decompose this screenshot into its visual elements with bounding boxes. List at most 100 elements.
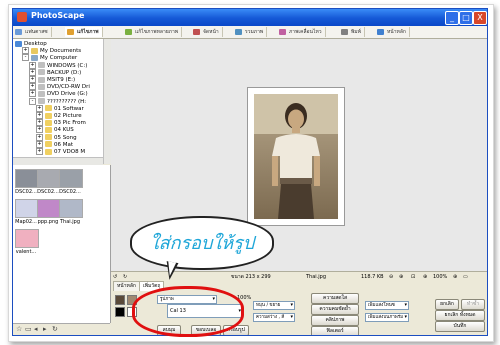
expand-toggle-icon[interactable]: +	[36, 148, 43, 155]
tree-item-label: 07 VDO8 M	[54, 149, 86, 155]
thumbnail-label: DSC02...	[37, 189, 59, 195]
thumbnail[interactable]: Map02...	[15, 199, 39, 225]
tab-icon	[235, 29, 242, 35]
expand-toggle-icon[interactable]: +	[29, 61, 36, 69]
thumbnail-label: DSC02...	[59, 189, 81, 195]
tab-4[interactable]: รวมภาพ	[233, 27, 268, 37]
tab-icon	[341, 29, 348, 35]
tree-item-label: ?????????? (H:	[47, 98, 87, 105]
folder-icon	[45, 105, 52, 112]
expand-toggle-icon[interactable]: +	[29, 90, 36, 98]
thumbnail[interactable]: Thai.jpg	[59, 199, 83, 225]
redo-button[interactable]: ทำซ้ำ	[461, 299, 485, 310]
filter-button[interactable]: ฟิลเตอร์	[311, 326, 359, 335]
tree-item-label: 06 Mat	[54, 141, 74, 148]
thumbnail-image	[59, 199, 83, 218]
thumbnail[interactable]: DSC02...	[37, 169, 61, 195]
expand-toggle-icon[interactable]: +	[29, 76, 36, 83]
thumbnail-image	[37, 169, 61, 188]
tab-7[interactable]: หน้าหลัก	[375, 27, 410, 37]
tab-label: รวมภาพ	[245, 29, 264, 35]
clip-button[interactable]: คลิปภาพ	[311, 315, 359, 326]
tab-label: แฟนตาสซ	[25, 29, 48, 35]
tree-item-label: 03 Pic From	[54, 120, 86, 127]
expand-toggle-icon[interactable]: +	[22, 47, 29, 55]
tab-1[interactable]: แก้ไขภาพ	[65, 27, 103, 37]
color-swatch-dark[interactable]	[115, 295, 125, 305]
tree-item-label: 02 Picture	[54, 113, 82, 119]
tab-label: หน้าหลัก	[387, 29, 406, 35]
tab-0[interactable]: แฟนตาสซ	[13, 27, 52, 37]
thumbnail[interactable]: DSC02...	[59, 169, 83, 195]
thumbnail-label: valent...	[15, 249, 37, 255]
tree-item-label: DVD Drive (G:)	[47, 91, 88, 98]
thumbnail[interactable]: DSC02...	[15, 169, 39, 195]
tree-item-label: DVD/CD-RW Dri	[47, 84, 90, 91]
close-button[interactable]: X	[473, 11, 487, 25]
speech-bubble: ใส่กรอบให้รูป	[130, 216, 274, 270]
tree-item-label: My Computer	[40, 55, 78, 62]
undo-button[interactable]: ยกเลิก	[435, 299, 459, 310]
undo-all-button[interactable]: ยกเลิก ทั้งหมด	[435, 310, 485, 321]
expand-toggle-icon[interactable]: -	[29, 97, 36, 105]
thumbnail[interactable]: ppp.png	[37, 199, 61, 225]
tab-icon	[67, 29, 74, 35]
thumbnail[interactable]: valent...	[15, 229, 39, 255]
thumbnail-list: DSC02... DSC02... DSC02... Map02... ppp.png T…	[13, 165, 111, 323]
expand-toggle-icon[interactable]: +	[29, 68, 36, 76]
tree-item-label: 04 KUS	[54, 127, 74, 134]
thumbnail-image	[15, 169, 39, 188]
back-arrow-icon[interactable]: ◂	[34, 326, 41, 333]
photo-with-frame	[247, 87, 345, 226]
expand-toggle-icon[interactable]: +	[29, 83, 36, 91]
highlight-oval	[132, 286, 244, 337]
folder-tree: Desktop + My Documents - My Computer + WINDOWS…	[13, 39, 111, 164]
tab-3[interactable]: จัดหน้า	[191, 27, 223, 37]
brightness-color-dropdown[interactable]: ความสว่าง , สี	[253, 313, 295, 322]
expand-toggle-icon[interactable]: +	[36, 119, 43, 127]
color-swatch-black[interactable]	[115, 307, 125, 317]
save-button[interactable]: บันทึก	[435, 321, 485, 332]
tab-2[interactable]: แก้ไขภาพหลายภาพ	[123, 27, 183, 37]
tab-5[interactable]: ภาพเคลื่อนไหว	[277, 27, 326, 37]
folder-icon	[45, 112, 52, 119]
forward-arrow-icon[interactable]: ▸	[43, 326, 50, 333]
rotate-resize-dropdown[interactable]: หมุน / ขยาย	[253, 301, 295, 310]
expand-toggle-icon[interactable]: +	[36, 104, 43, 112]
tree-item[interactable]: +07 VDO8 M	[36, 148, 85, 156]
vividness-button[interactable]: ความสดใส	[311, 293, 359, 304]
fill-light-dropdown[interactable]: เพิ่มแสงบนภาพร่ม	[365, 313, 409, 322]
folder-icon	[45, 134, 52, 141]
tab-6[interactable]: พิมพ์	[339, 27, 365, 37]
expand-toggle-icon[interactable]: +	[36, 140, 43, 148]
tab-icon	[279, 29, 286, 35]
star-icon[interactable]: ☆	[16, 326, 23, 333]
refresh-icon[interactable]: ↻	[52, 326, 59, 333]
thumbnail-image	[15, 229, 39, 248]
expand-toggle-icon[interactable]: +	[36, 112, 43, 119]
sharpen-button[interactable]: ความคมชัดย้ำ	[311, 304, 359, 315]
folder-icon	[45, 141, 52, 148]
panel-tab-home[interactable]: หน้าหลัก	[113, 281, 140, 291]
expand-toggle-icon[interactable]: +	[36, 126, 43, 134]
tree-item-label: Desktop	[24, 41, 47, 47]
thumbnail-label: DSC02...	[15, 189, 37, 195]
minimize-button[interactable]: _	[445, 11, 459, 25]
tab-icon	[193, 29, 200, 35]
tree-horizontal-scrollbar[interactable]	[13, 157, 103, 165]
folder-icon	[38, 90, 45, 97]
expand-toggle-icon[interactable]: +	[36, 133, 43, 141]
thumbnail-label: ppp.png	[37, 219, 59, 225]
folder-icon[interactable]: ▭	[25, 326, 32, 333]
backlight-dropdown[interactable]: เพิ่มแสงโทนซ	[365, 301, 409, 310]
tree-item-label: BACKUP (D:)	[47, 69, 82, 76]
app-window: PhotoScape _ □ X แฟนตาสซ แก้ไขภาพ แก้ไขภาพ…	[12, 8, 488, 336]
expand-toggle-icon[interactable]: -	[22, 54, 29, 62]
tree-item-label: WINDOWS (C:)	[47, 62, 88, 69]
maximize-button[interactable]: □	[459, 11, 473, 25]
tab-label: ภาพเคลื่อนไหว	[289, 29, 322, 35]
tab-label: จัดหน้า	[203, 29, 219, 35]
tab-icon	[377, 29, 384, 35]
tree-vertical-scrollbar[interactable]	[103, 39, 111, 164]
folder-icon	[45, 148, 52, 155]
